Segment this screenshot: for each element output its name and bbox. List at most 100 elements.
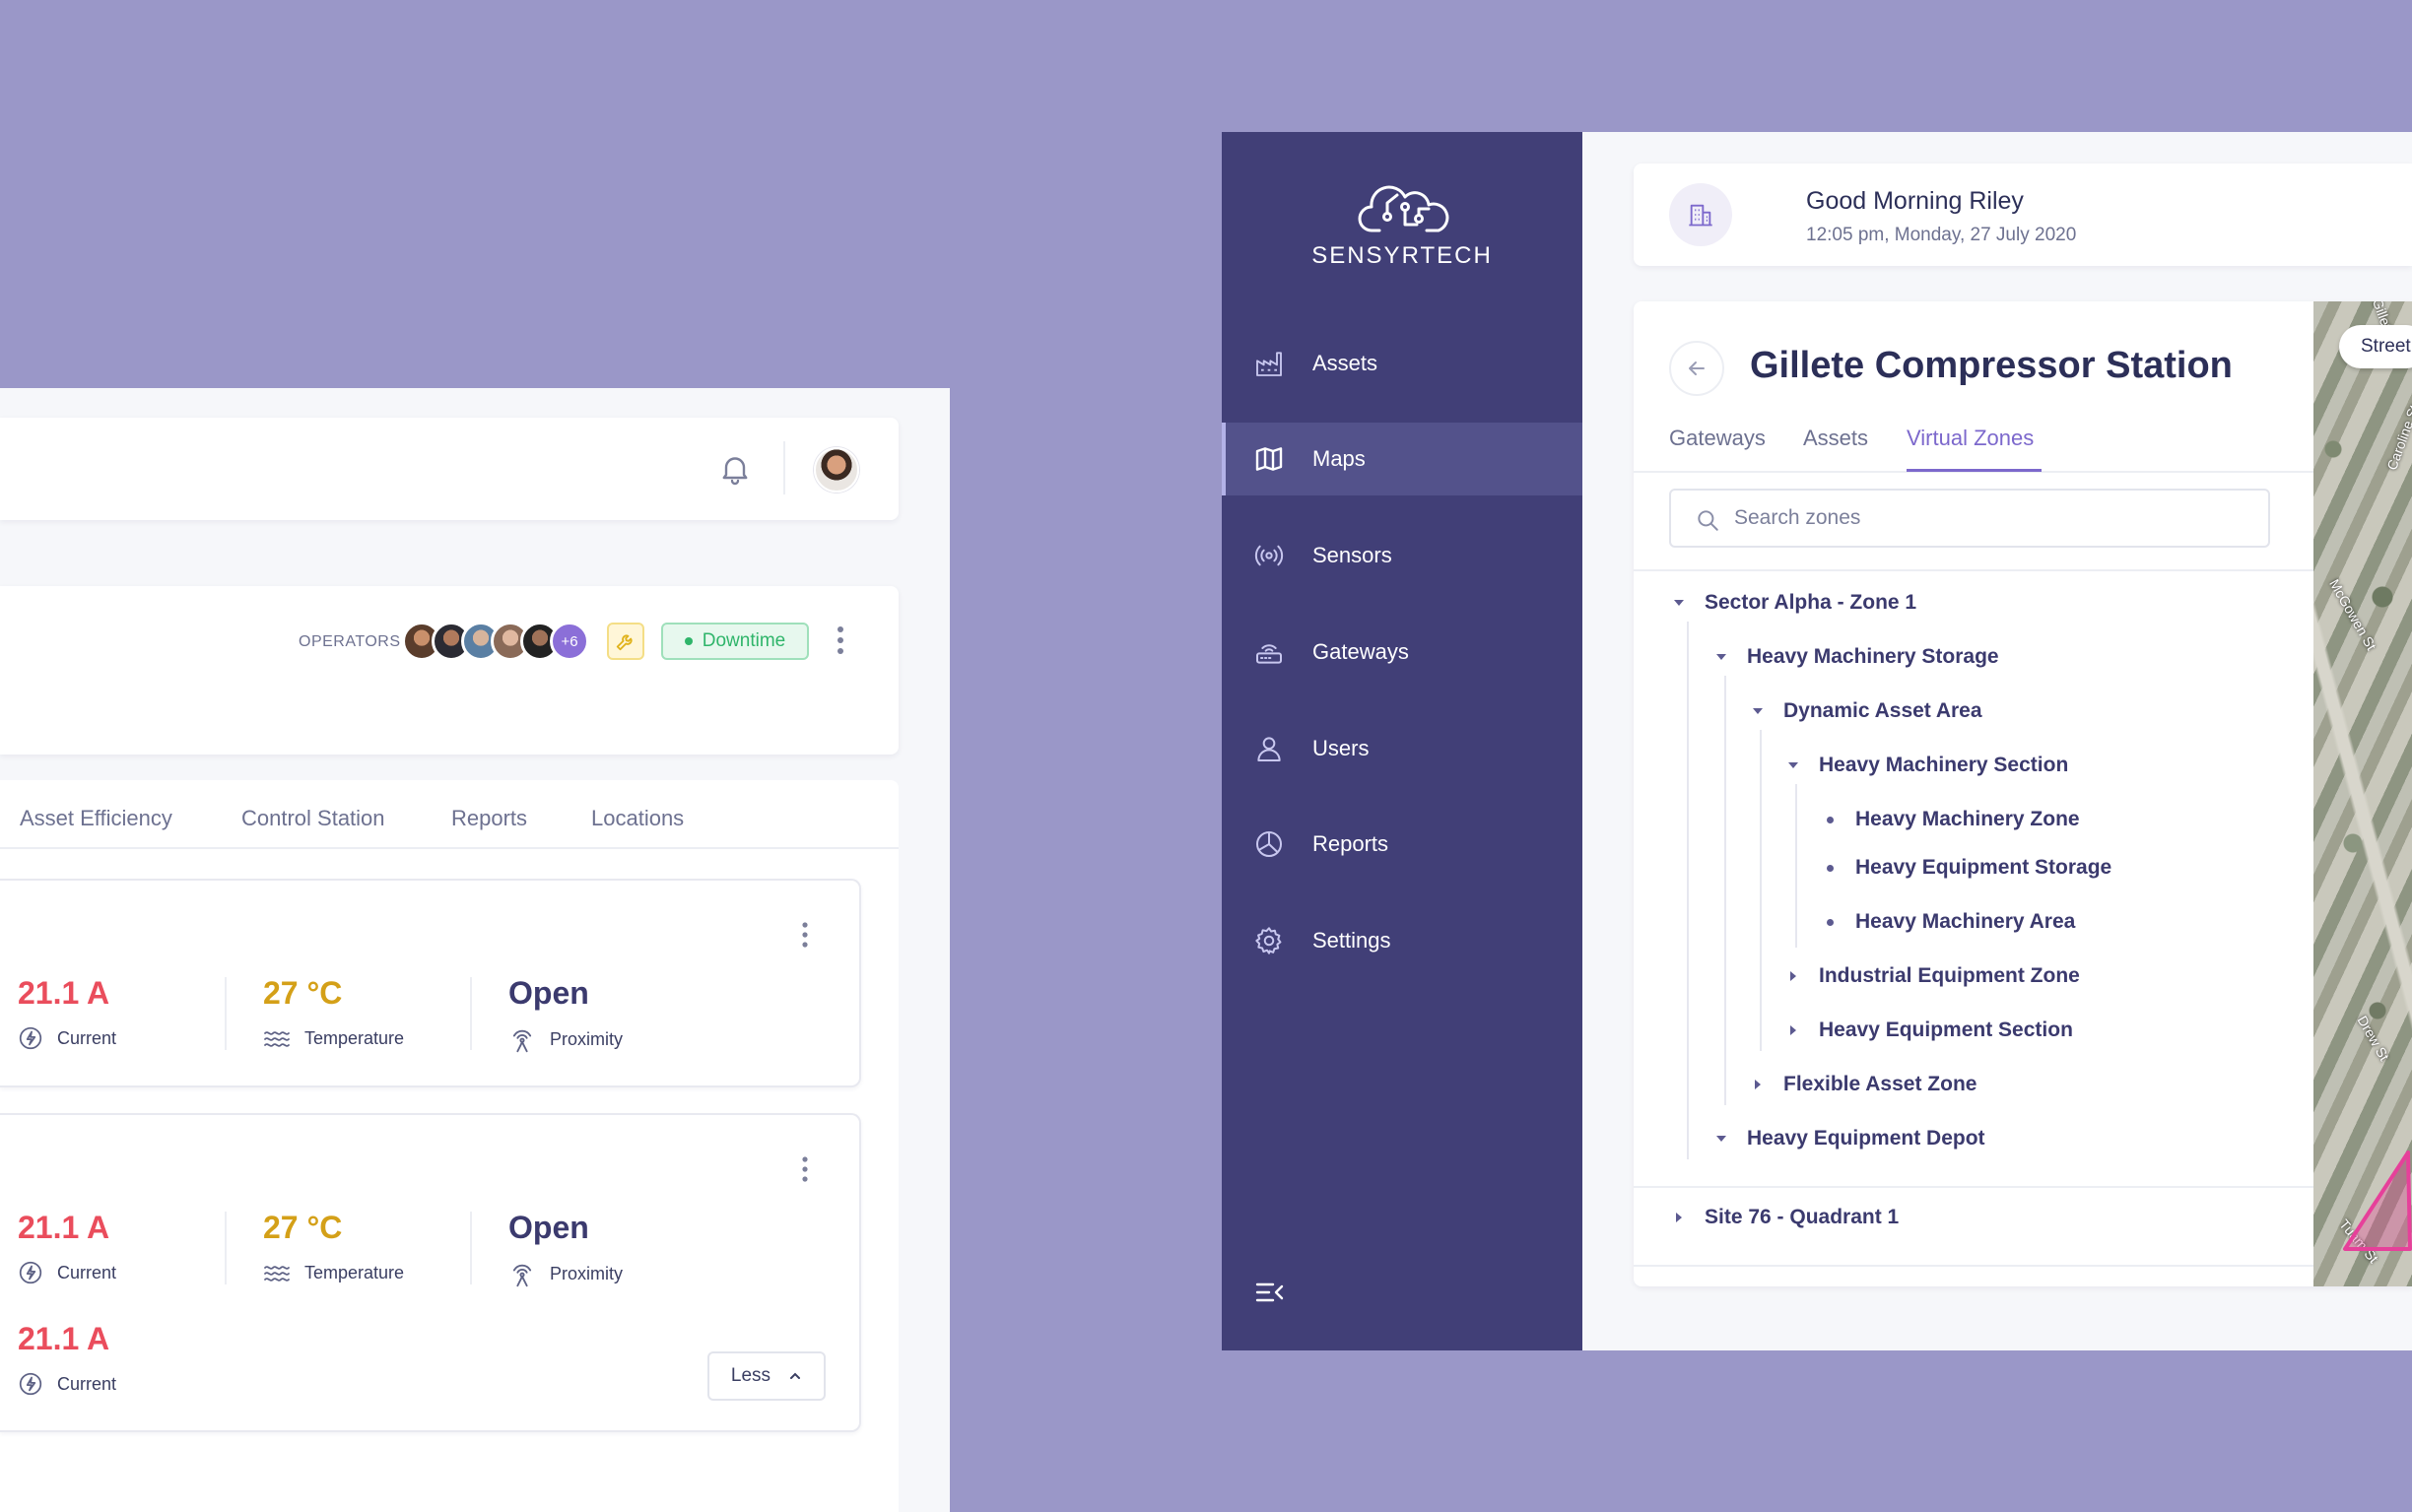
status-badge-label: Downtime <box>702 630 786 651</box>
virtual-zone-polygon[interactable] <box>2343 1149 2412 1257</box>
current-metric: 21.1 A Current <box>18 1321 116 1397</box>
caret-right-icon[interactable] <box>1669 1212 1689 1223</box>
search-zones-input[interactable] <box>1732 500 2244 536</box>
tree-node-label: Industrial Equipment Zone <box>1819 964 2080 987</box>
caret-down-icon[interactable] <box>1711 653 1731 661</box>
current-metric: 21.1 A Current <box>18 975 116 1051</box>
maintenance-badge[interactable] <box>607 623 644 660</box>
tree-node[interactable]: Sector Alpha - Zone 1 <box>1669 591 1916 615</box>
building-icon <box>1669 183 1732 246</box>
tree-guide-line <box>1760 730 1762 1051</box>
bell-icon[interactable] <box>717 451 753 487</box>
search-icon <box>1695 507 1720 533</box>
metric-label: Proximity <box>550 1263 624 1283</box>
tab-assets[interactable]: Assets <box>1803 426 1868 451</box>
proximity-metric: Open Proximity <box>508 1210 623 1287</box>
lightning-icon <box>19 1261 42 1284</box>
metric-divider <box>225 977 227 1050</box>
tree-node[interactable]: Heavy Machinery Section <box>1783 754 2068 777</box>
tree-node-label: Heavy Machinery Area <box>1855 910 2076 933</box>
less-button-label: Less <box>730 1365 771 1386</box>
sidebar-item-label: Gateways <box>1312 639 1409 664</box>
metric-divider <box>225 1212 227 1284</box>
lightning-icon <box>19 1026 42 1050</box>
tree-node[interactable]: Heavy Machinery Area <box>1820 910 2075 934</box>
proximity-metric: Open Proximity <box>508 975 623 1053</box>
more-operators-count[interactable]: +6 <box>550 622 589 661</box>
caret-down-icon[interactable] <box>1748 707 1768 715</box>
sidebar-item-sensors[interactable]: Sensors <box>1222 519 1582 592</box>
header-divider <box>783 441 785 494</box>
sidebar-item-label: Settings <box>1312 928 1391 953</box>
tree-node[interactable]: Heavy Equipment Depot <box>1711 1127 1985 1150</box>
caret-down-icon[interactable] <box>1711 1135 1731 1143</box>
temperature-metric: 27 °C Temperature <box>263 1210 404 1285</box>
tab-reports[interactable]: Reports <box>451 806 527 831</box>
bullet-icon <box>1820 816 1840 823</box>
tree-node[interactable]: Heavy Machinery Zone <box>1820 808 2080 831</box>
tree-node[interactable]: Dynamic Asset Area <box>1748 699 1982 723</box>
arrow-left-icon <box>1689 362 1705 375</box>
less-button[interactable]: Less <box>707 1351 826 1401</box>
caret-right-icon[interactable] <box>1748 1079 1768 1090</box>
sidebar-item-label: Reports <box>1312 831 1389 856</box>
caret-right-icon[interactable] <box>1783 970 1803 982</box>
more-options-icon[interactable] <box>836 624 845 657</box>
tab-gateways[interactable]: Gateways <box>1669 426 1766 451</box>
cloud-circuit-logo <box>1358 179 1452 234</box>
current-metric: 21.1 A Current <box>18 1210 116 1285</box>
sidebar-item-label: Assets <box>1312 351 1378 375</box>
search-box <box>1669 489 2270 548</box>
tree-node-label: Flexible Asset Zone <box>1783 1073 1977 1095</box>
tree-node[interactable]: Industrial Equipment Zone <box>1783 964 2080 988</box>
tree-node-label: Heavy Machinery Storage <box>1747 645 1999 668</box>
page-title: Gillete Compressor Station <box>1750 345 2233 386</box>
antenna-icon <box>512 1264 532 1287</box>
sidebar-item-label: Sensors <box>1312 543 1392 567</box>
sidebar-item-settings[interactable]: Settings <box>1222 904 1582 977</box>
sidebar-item-maps[interactable]: Maps <box>1222 423 1582 495</box>
sidebar-item-assets[interactable]: Assets <box>1222 327 1582 400</box>
tab-virtual-zones[interactable]: Virtual Zones <box>1907 426 2034 451</box>
metric-value: 21.1 A <box>18 1321 110 1356</box>
sidebar-item-users[interactable]: Users <box>1222 712 1582 785</box>
metric-label: Current <box>57 1262 117 1282</box>
collapse-menu-icon[interactable] <box>1255 1281 1285 1304</box>
sidebar-item-label: Maps <box>1312 446 1366 471</box>
caret-right-icon[interactable] <box>1783 1024 1803 1036</box>
satellite-map[interactable]: Caroline St McGowen St Drew St Tuam St G… <box>2313 301 2412 1286</box>
user-icon <box>1253 733 1285 764</box>
tree-node[interactable]: Site 76 - Quadrant 1 <box>1669 1206 1899 1229</box>
tree-node-label: Heavy Equipment Section <box>1819 1019 2073 1041</box>
metric-value: 27 °C <box>263 1210 343 1245</box>
chevron-up-icon <box>790 1372 801 1379</box>
caret-down-icon[interactable] <box>1783 761 1803 769</box>
more-options-icon[interactable] <box>800 1154 810 1184</box>
tree-node[interactable]: Flexible Asset Zone <box>1748 1073 1976 1096</box>
tree-node[interactable]: Heavy Equipment Storage <box>1820 856 2111 880</box>
greeting-datetime: 12:05 pm, Monday, 27 July 2020 <box>1806 225 2077 245</box>
greeting-title: Good Morning Riley <box>1806 187 2024 215</box>
asset-summary-card: OPERATORS +6 Downtime <box>0 586 899 755</box>
caret-down-icon[interactable] <box>1669 599 1689 607</box>
back-button[interactable] <box>1669 341 1724 396</box>
sensor-card: 21.1 A Current 27 °C Temperature Open Pr… <box>0 1113 861 1432</box>
street-view-button[interactable]: Street <box>2339 325 2412 368</box>
tab-locations[interactable]: Locations <box>591 806 684 831</box>
sidebar-item-reports[interactable]: Reports <box>1222 808 1582 881</box>
sidebar-item-gateways[interactable]: Gateways <box>1222 616 1582 689</box>
lightning-icon <box>19 1372 42 1396</box>
divider <box>1634 1186 2313 1188</box>
main-area: Good Morning Riley 12:05 pm, Monday, 27 … <box>1582 132 2412 1350</box>
map-icon <box>1253 443 1285 475</box>
tab-control-station[interactable]: Control Station <box>241 806 385 831</box>
more-options-icon[interactable] <box>800 920 810 950</box>
tree-node[interactable]: Heavy Machinery Storage <box>1711 645 1999 669</box>
tree-node[interactable]: Heavy Equipment Section <box>1783 1019 2073 1042</box>
user-avatar[interactable] <box>814 447 859 493</box>
tree-guide-line <box>1795 784 1797 948</box>
tab-asset-efficiency[interactable]: Asset Efficiency <box>20 806 172 831</box>
tree-node-label: Heavy Equipment Depot <box>1747 1127 1985 1150</box>
bullet-icon <box>1820 864 1840 872</box>
metric-label: Current <box>57 1373 117 1394</box>
